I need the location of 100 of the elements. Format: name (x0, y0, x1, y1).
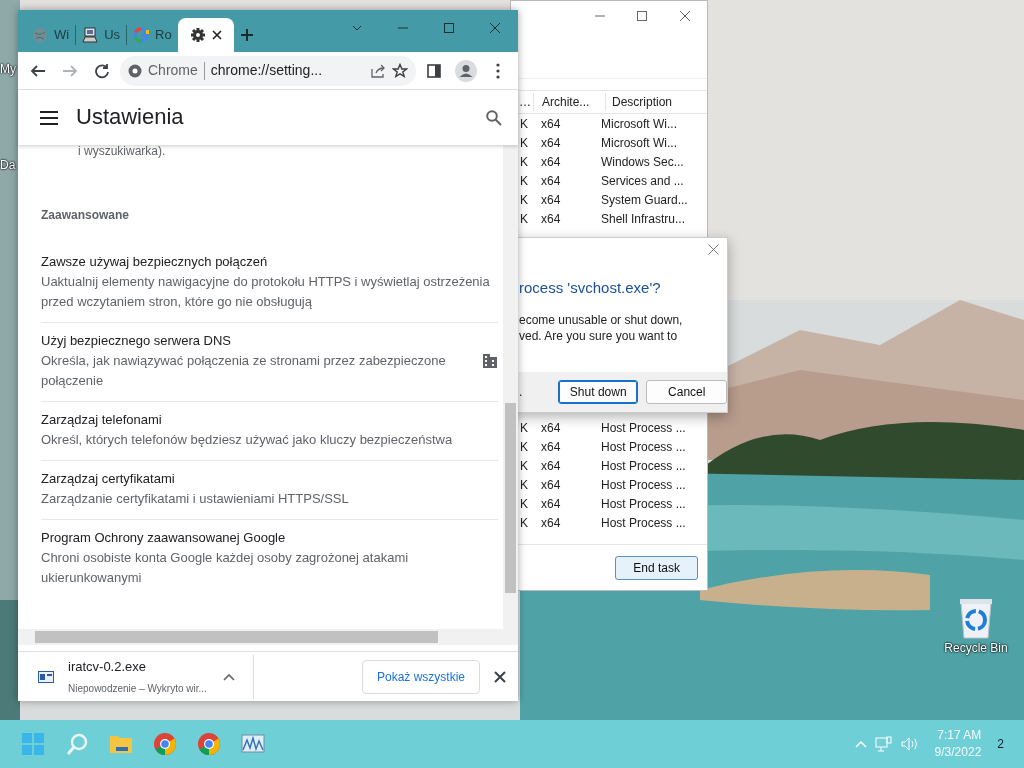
table-cell-text: x64 (541, 153, 562, 171)
site-label: Chrome (148, 61, 198, 80)
building-icon (482, 353, 498, 369)
browser-tab[interactable]: Ro (127, 18, 178, 52)
table-cell-text: x64 (541, 438, 562, 456)
start-icon (21, 732, 45, 756)
setting-description: Określa, jak nawiązywać połączenia ze stronami przez zabezpieczone połączenie (41, 352, 447, 390)
chrome-icon (128, 63, 142, 78)
table-cell-text: x64 (541, 191, 562, 209)
performance-monitor-icon (241, 732, 265, 756)
table-cell-text: x64 (541, 172, 562, 190)
browser-tab[interactable]: Us (76, 18, 127, 52)
table-cell-text: x64 (541, 476, 562, 494)
more-icon (496, 62, 500, 79)
dialog-text: ecome unusable or shut down, (519, 311, 684, 328)
table-cell-text: K (519, 172, 529, 190)
side-panel-icon (426, 62, 442, 79)
forward-icon (62, 62, 78, 79)
chevron-up-icon[interactable] (222, 672, 235, 681)
computer-icon (82, 27, 99, 43)
setting-description: Zarządzanie certyfikatami i ustawieniami HTTPS/SSL (41, 490, 350, 508)
table-cell-text: x64 (541, 457, 562, 475)
end-task-button[interactable]: End task (615, 555, 698, 580)
table-cell-text: K (519, 438, 529, 456)
browser-tab[interactable] (177, 18, 234, 52)
setting-description: Określ, których telefonów będziesz używać jako kluczy bezpieczeństwa (41, 431, 454, 449)
setting-title[interactable]: Zarządzaj telefonami (41, 410, 498, 430)
settings-text: i wyszukiwarka). (77, 145, 167, 158)
table-cell-text: x64 (541, 514, 562, 532)
dialog-text: . (519, 384, 523, 401)
download-status: Niepowodzenie – Wykryto wir... (68, 681, 207, 696)
share-icon[interactable] (370, 62, 386, 79)
file-icon (38, 670, 54, 683)
download-filename: iratcv-0.2.exe (68, 658, 148, 677)
table-cell-text: K (519, 153, 529, 171)
table-cell-text: x64 (541, 210, 562, 228)
address-bar[interactable]: Chrome chrome://setting... (120, 55, 416, 86)
table-cell-text: Host Process ... (601, 495, 687, 513)
url-text: chrome://setting... (210, 61, 323, 80)
maximize-icon[interactable] (637, 11, 647, 21)
scrollbar[interactable] (18, 629, 518, 645)
setting-title[interactable]: Program Ochrony zaawansowanej Google (41, 528, 498, 548)
search-icon[interactable] (486, 109, 502, 126)
close-icon[interactable] (211, 30, 222, 40)
show-all-button[interactable]: Pokaż wszystkie (361, 659, 480, 694)
clock-time: 7:17 AM (936, 727, 982, 744)
browser-tab[interactable]: Wi (26, 18, 76, 52)
table-cell-text: Host Process ... (601, 419, 687, 437)
dialog-title: rocess 'svchost.exe'? (519, 278, 662, 298)
column-header[interactable]: Description (606, 93, 707, 111)
google-icon (133, 27, 150, 43)
clock-date: 9/3/2022 (934, 744, 982, 761)
table-cell-text: x64 (541, 115, 562, 133)
recycle-bin-icon[interactable] (957, 597, 995, 639)
globe-icon (32, 27, 48, 43)
close-icon[interactable] (494, 670, 506, 683)
table-cell-text: K (519, 419, 529, 437)
chrome-icon (197, 732, 221, 756)
table-cell-text: K (519, 457, 529, 475)
table-cell-text: Host Process ... (601, 438, 687, 456)
table-cell-text: Microsoft Wi... (601, 134, 678, 152)
setting-title[interactable]: Zarządzaj certyfikatami (41, 469, 498, 489)
page-title: Ustawienia (76, 104, 184, 131)
table-cell-text: x64 (541, 134, 562, 152)
table-cell-text: K (519, 476, 529, 494)
table-cell-text: K (519, 191, 529, 209)
reload-icon (94, 62, 110, 79)
table-cell-text: Host Process ... (601, 476, 687, 494)
table-cell-text: Host Process ... (601, 514, 687, 532)
avatar-icon (455, 59, 477, 82)
table-cell-text: K (519, 495, 529, 513)
table-cell-text: Services and ... (601, 172, 685, 190)
setting-description: Uaktualnij elementy nawigacyjne do protokołu HTTPS i wyświetlaj ostrzeżenia przed wczytaniem stron, które go nie obsługują (41, 273, 491, 311)
chrome-icon (153, 732, 177, 756)
star-icon[interactable] (392, 62, 408, 79)
setting-description: Chroni osobiste konta Google każdej osoby zagrożonej atakami ukierunkowanymi (41, 549, 410, 587)
back-icon (30, 62, 46, 79)
table-cell-text: Microsoft Wi... (601, 115, 678, 133)
table-cell-text: Host Process ... (601, 457, 687, 475)
table-cell-text: System Guard... (601, 191, 689, 209)
plus-icon (239, 28, 254, 42)
settings-icon (189, 27, 206, 43)
scrollbar[interactable] (503, 145, 518, 629)
column-header[interactable]: Archite... (533, 93, 606, 111)
section-heading: Zaawansowane (41, 207, 131, 224)
table-cell-text: K (519, 115, 529, 133)
dialog-button[interactable]: Cancel (646, 380, 727, 404)
dialog-text: ved. Are you sure you want to (519, 327, 679, 344)
table-cell-text: K (519, 210, 529, 228)
table-cell-text: K (519, 134, 529, 152)
setting-title[interactable]: Użyj bezpiecznego serwera DNS (41, 331, 482, 351)
search-icon (65, 732, 89, 756)
notification-count[interactable]: 2 (997, 735, 1004, 753)
menu-icon[interactable] (40, 110, 58, 125)
table-cell-text: Windows Sec... (601, 153, 685, 171)
dialog-button[interactable]: Shut down (557, 380, 639, 404)
setting-title[interactable]: Zawsze używaj bezpiecznych połączeń (41, 252, 498, 272)
maximize-icon[interactable] (443, 22, 455, 34)
table-cell-text: x64 (541, 419, 562, 437)
table-cell-text: x64 (541, 495, 562, 513)
